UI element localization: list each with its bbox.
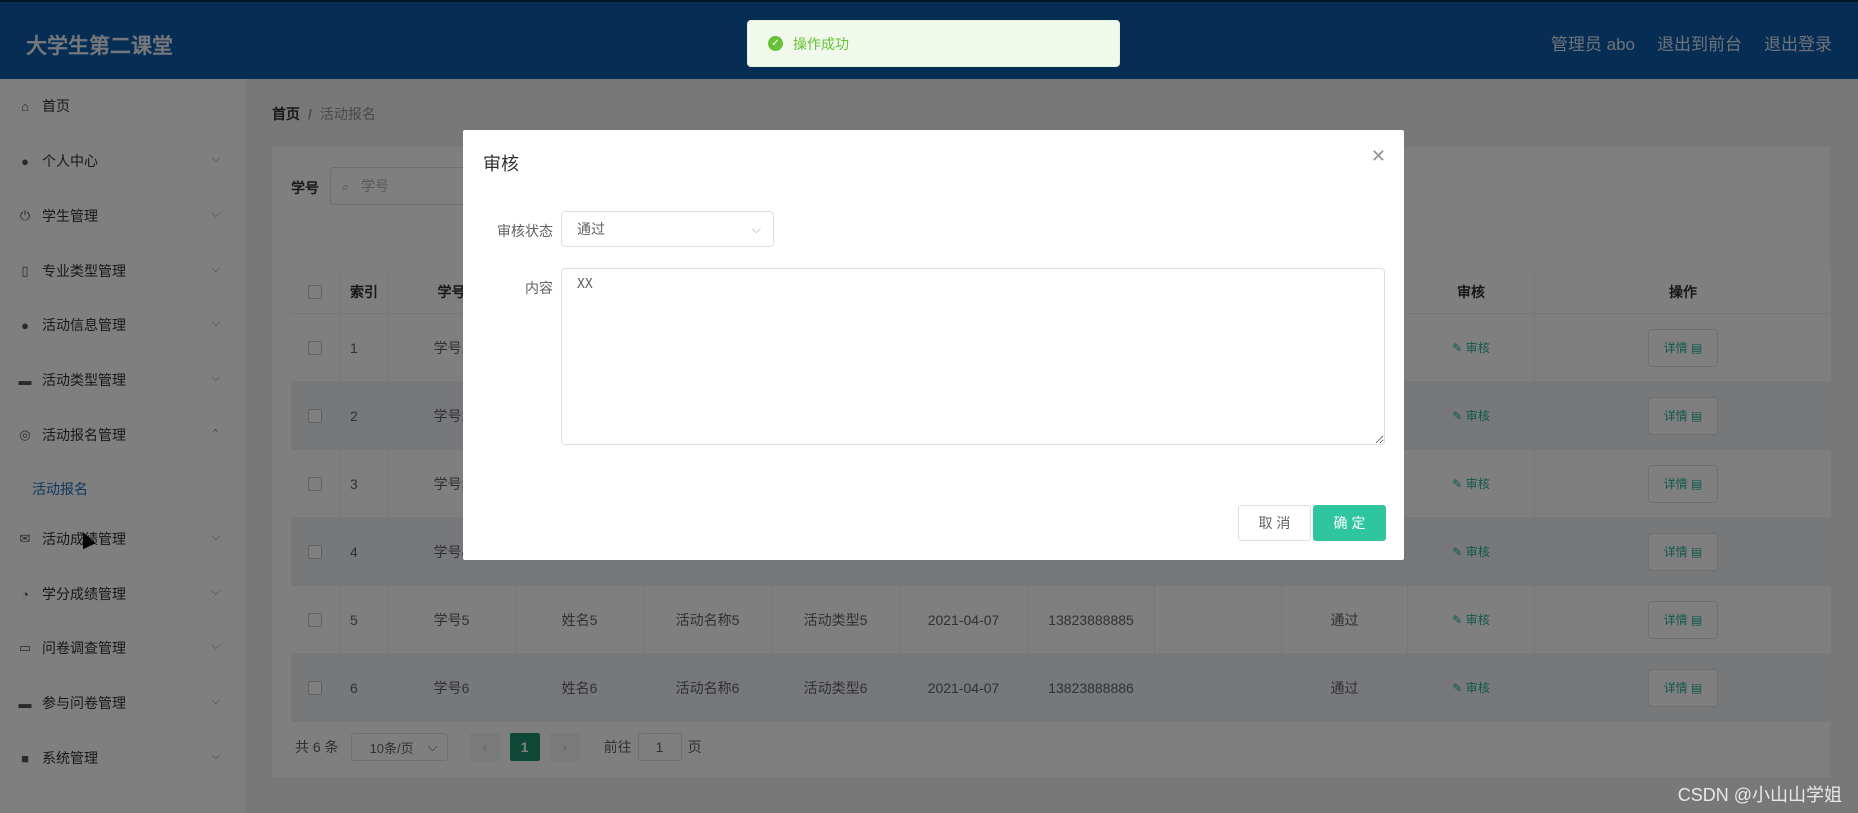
close-icon[interactable]: ✕ (1371, 146, 1386, 167)
toast-message: 操作成功 (793, 35, 849, 52)
success-check-icon: ✓ (768, 36, 783, 51)
audit-status-select[interactable]: 通过 ⌵ (561, 211, 774, 247)
success-toast: ✓ 操作成功 (747, 20, 1120, 67)
watermark: CSDN @小山山学姐 (1677, 785, 1842, 805)
content-textarea[interactable]: XX (561, 268, 1385, 445)
audit-dialog: 审核 ✕ 审核状态 通过 ⌵ 内容 XX 取 消 确 定 (463, 130, 1404, 560)
confirm-button[interactable]: 确 定 (1313, 505, 1386, 541)
chevron-down-icon: ⌵ (751, 221, 761, 236)
content-label: 内容 (525, 280, 553, 296)
audit-status-value: 通过 (577, 221, 605, 237)
cancel-button[interactable]: 取 消 (1238, 505, 1311, 541)
dialog-title: 审核 (483, 154, 519, 174)
audit-status-label: 审核状态 (497, 223, 553, 239)
